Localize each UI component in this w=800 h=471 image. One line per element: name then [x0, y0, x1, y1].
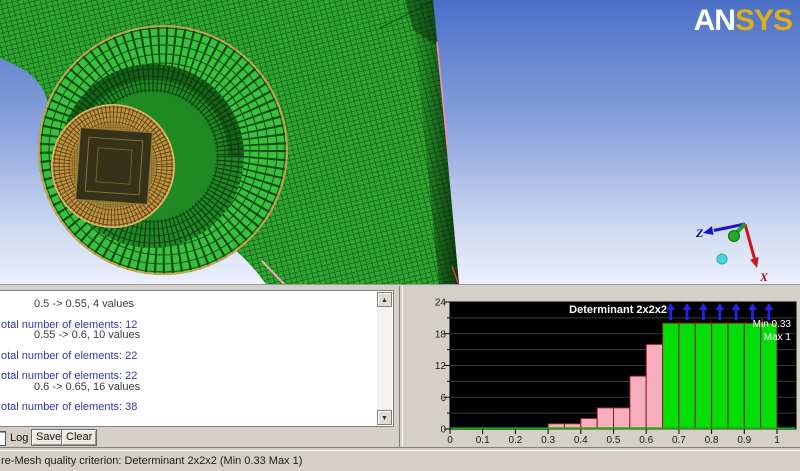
histogram-bar: [596, 407, 614, 430]
x-axis-label: X: [759, 270, 769, 284]
histogram-bar: [727, 322, 745, 430]
max-annotation: Max 1: [764, 332, 792, 343]
x-tick-label: 0.9: [737, 435, 751, 445]
histogram-bar: [678, 322, 696, 430]
y-tick-label: 12: [435, 361, 447, 372]
histogram-bar: [645, 343, 664, 430]
log-scrollbar[interactable]: ▲ ▼: [377, 292, 392, 425]
x-tick-label: 1: [774, 435, 780, 445]
histogram-bar: [711, 322, 729, 430]
icem-application-window: ANSYS Z X 0.5 -> 0.55, 4 values otal num…: [0, 0, 800, 471]
x-tick-label: 0.7: [672, 435, 686, 445]
x-tick-label: 0.2: [508, 435, 522, 445]
histogram-title: Determinant 2x2x2: [569, 304, 667, 316]
x-tick-label: 0.8: [705, 435, 719, 445]
log-line: 0.55 -> 0.6, 10 values: [34, 329, 141, 341]
log-line: otal number of elements: 22: [1, 370, 138, 382]
x-tick-label: 0.4: [574, 435, 588, 445]
x-tick-label: 0: [447, 435, 453, 445]
3d-viewport[interactable]: ANSYS Z X: [0, 0, 800, 284]
scroll-down-button[interactable]: ▼: [377, 410, 392, 425]
y-tick-label: 0: [440, 425, 446, 436]
histogram-bar: [694, 322, 713, 430]
log-line: 0.6 -> 0.65, 16 values: [34, 380, 141, 393]
ansys-logo: ANSYS: [693, 4, 793, 37]
min-annotation: Min 0.33: [753, 319, 792, 330]
status-text: re-Mesh quality criterion: Determinant 2…: [1, 455, 303, 467]
hex-mesh-model: [0, 0, 459, 284]
log-line: 0.5 -> 0.55, 4 values: [34, 298, 134, 310]
histogram-bar: [662, 322, 680, 430]
histogram-plot: 0 6 12 18 24 0 0.1 0.2 0.3 0.4 0.5 0.6 0.7 0.8 0.9 1 Det…: [435, 298, 797, 446]
log-checkbox-label: Log: [10, 432, 29, 444]
x-tick-label: 0.6: [639, 435, 653, 445]
log-line: otal number of elements: 38: [1, 401, 138, 413]
quality-histogram: 0 6 12 18 24 0 0.1 0.2 0.3 0.4 0.5 0.6 0.7 0.8 0.9 1 Det…: [402, 287, 800, 446]
y-tick-label: 6: [440, 393, 446, 404]
x-tick-label: 0.3: [541, 435, 555, 445]
status-bar: re-Mesh quality criterion: Determinant 2…: [0, 449, 800, 471]
scroll-up-button[interactable]: ▲: [377, 292, 392, 307]
x-axis-arrow: [743, 223, 759, 268]
x-tick-label: 0.1: [476, 435, 490, 445]
clear-button[interactable]: Clear: [61, 429, 98, 446]
orientation-triad: Z X: [695, 222, 769, 284]
z-axis-label: Z: [695, 226, 704, 240]
histogram-bar: [629, 375, 647, 430]
y-tick-label: 18: [435, 329, 447, 340]
log-line: otal number of elements: 22: [1, 349, 138, 362]
y-tick-label: 24: [435, 298, 447, 309]
histogram-bar: [613, 407, 631, 430]
bottom-panel: 0.5 -> 0.55, 4 values otal number of elem…: [0, 284, 800, 471]
log-checkbox[interactable]: [0, 431, 6, 446]
message-log-panel: 0.5 -> 0.55, 4 values otal number of elem…: [0, 290, 394, 427]
scroll-down-icon: ▼: [381, 415, 388, 422]
x-tick-label: 0.5: [607, 435, 621, 445]
log-output[interactable]: 0.5 -> 0.55, 4 values otal number of elem…: [1, 299, 375, 413]
center-point-marker: [716, 253, 728, 265]
scroll-up-icon: ▲: [381, 297, 388, 304]
ansys-logo-an: AN: [693, 4, 736, 37]
ansys-logo-sys: SYS: [734, 4, 793, 37]
histogram-bar: [743, 322, 762, 430]
